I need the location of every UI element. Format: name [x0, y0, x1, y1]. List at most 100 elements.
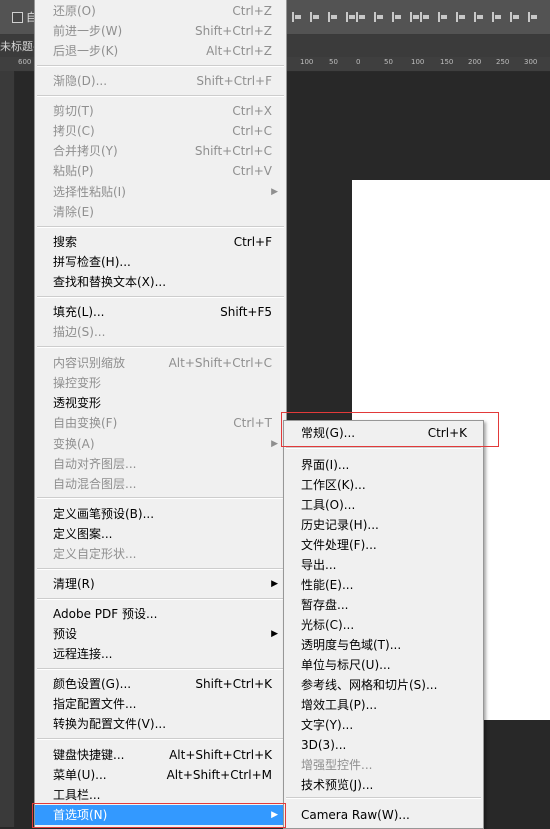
preferences-item-label: 界面(I)...: [301, 458, 350, 472]
edit-menu-item-28[interactable]: 远程连接...: [35, 644, 286, 664]
align-left-icon[interactable]: [290, 11, 302, 23]
edit-menu-item-6[interactable]: 合并拷贝(Y) Shift+Ctrl+C: [35, 141, 286, 161]
align-right-icon[interactable]: [326, 11, 338, 23]
preferences-item-11[interactable]: 单位与标尺(U)...: [284, 655, 483, 675]
edit-menu-item-30[interactable]: 指定配置文件...: [35, 694, 286, 714]
preferences-item-15[interactable]: 3D(3)...: [284, 735, 483, 755]
edit-menu-item-13[interactable]: 填充(L)... Shift+F5: [35, 302, 286, 322]
preferences-item-label: 文件处理(F)...: [301, 538, 377, 552]
distribute-hcenter-icon[interactable]: [436, 11, 448, 23]
edit-menu-item-label: 预设: [53, 627, 78, 641]
preferences-item-5[interactable]: 文件处理(F)...: [284, 535, 483, 555]
preferences-item-18[interactable]: Camera Raw(W)...: [284, 805, 483, 825]
edit-menu-item-label: 定义画笔预设(B)...: [53, 507, 155, 521]
edit-menu-item-shortcut: Ctrl+T: [233, 416, 272, 430]
preferences-item-1[interactable]: 界面(I)...: [284, 455, 483, 475]
edit-menu-item-14[interactable]: 描边(S)...: [35, 322, 286, 342]
preferences-item-2[interactable]: 工作区(K)...: [284, 475, 483, 495]
edit-menu-item-15[interactable]: 内容识别缩放 Alt+Shift+Ctrl+C: [35, 353, 286, 373]
preferences-item-8[interactable]: 暂存盘...: [284, 595, 483, 615]
preferences-item-4[interactable]: 历史记录(H)...: [284, 515, 483, 535]
edit-menu-item-7[interactable]: 粘贴(P) Ctrl+V: [35, 161, 286, 181]
preferences-item-17[interactable]: 技术预览(J)...: [284, 775, 483, 795]
edit-menu-item-label: 工具栏...: [53, 788, 101, 802]
edit-menu-item-29[interactable]: 颜色设置(G)... Shift+Ctrl+K: [35, 674, 286, 694]
edit-menu-item-17[interactable]: 透视变形: [35, 393, 286, 413]
preferences-item-label: 暂存盘...: [301, 598, 349, 612]
distribute-left-icon[interactable]: [418, 11, 430, 23]
preferences-item-14[interactable]: 文字(Y)...: [284, 715, 483, 735]
edit-menu-item-label: 内容识别缩放: [53, 356, 126, 370]
align-hcenter-icon[interactable]: [308, 11, 320, 23]
edit-menu-item-0[interactable]: 还原(O) Ctrl+Z: [35, 1, 286, 21]
edit-menu-item-27[interactable]: 预设 ▶: [35, 624, 286, 644]
edit-menu-item-16[interactable]: 操控变形: [35, 373, 286, 393]
preferences-item-label: 导出...: [301, 558, 337, 572]
preferences-item-13[interactable]: 增效工具(P)...: [284, 695, 483, 715]
preferences-item-label: 工作区(K)...: [301, 478, 366, 492]
preferences-item-label: 历史记录(H)...: [301, 518, 379, 532]
edit-menu-item-26[interactable]: Adobe PDF 预设...: [35, 604, 286, 624]
edit-menu-item-label: 粘贴(P): [53, 164, 94, 178]
edit-menu-item-2[interactable]: 后退一步(K) Alt+Ctrl+Z: [35, 41, 286, 61]
edit-menu-item-label: 变换(A): [53, 437, 95, 451]
edit-menu-item-11[interactable]: 拼写检查(H)...: [35, 252, 286, 272]
edit-menu-item-label: 颜色设置(G)...: [53, 677, 132, 691]
preferences-item-3[interactable]: 工具(O)...: [284, 495, 483, 515]
edit-menu-item-22[interactable]: 定义画笔预设(B)...: [35, 504, 286, 524]
edit-menu-item-label: 拷贝(C): [53, 124, 95, 138]
distribute-top-icon[interactable]: [354, 11, 366, 23]
edit-menu-item-9[interactable]: 清除(E): [35, 202, 286, 222]
edit-menu-item-label: 合并拷贝(Y): [53, 144, 118, 158]
edit-menu-item-8[interactable]: 选择性粘贴(I) ▶: [35, 182, 286, 202]
edit-menu-item-20[interactable]: 自动对齐图层...: [35, 454, 286, 474]
edit-menu-item-label: 自动混合图层...: [53, 477, 137, 491]
edit-menu-item-label: 键盘快捷键...: [53, 748, 125, 762]
edit-menu-item-12[interactable]: 查找和替换文本(X)...: [35, 272, 286, 292]
ruler-number: 50: [384, 58, 393, 66]
preferences-item-12[interactable]: 参考线、网格和切片(S)...: [284, 675, 483, 695]
align-distribute-icons: [290, 11, 538, 25]
distribute-right-icon[interactable]: [454, 11, 466, 23]
edit-menu-item-label: 自由变换(F): [53, 416, 118, 430]
edit-menu-item-shortcut: Ctrl+C: [232, 124, 272, 138]
3d-mode-icon[interactable]: [490, 11, 502, 23]
preferences-submenu: 常规(G)... Ctrl+K 界面(I)... 工作区(K)... 工具(O)... 历…: [283, 420, 484, 829]
edit-menu-item-25[interactable]: 清理(R) ▶: [35, 574, 286, 594]
edit-menu-item-1[interactable]: 前进一步(W) Shift+Ctrl+Z: [35, 21, 286, 41]
distribute-vcenter-icon[interactable]: [372, 11, 384, 23]
edit-menu-item-label: 前进一步(W): [53, 24, 123, 38]
edit-menu-item-33[interactable]: 菜单(U)... Alt+Shift+Ctrl+M: [35, 765, 286, 785]
preferences-item-6[interactable]: 导出...: [284, 555, 483, 575]
distribute-bottom-icon[interactable]: [390, 11, 402, 23]
edit-menu-item-3[interactable]: 渐隐(D)... Shift+Ctrl+F: [35, 71, 286, 91]
edit-menu-item-5[interactable]: 拷贝(C) Ctrl+C: [35, 121, 286, 141]
edit-menu-item-10[interactable]: 搜索 Ctrl+F: [35, 232, 286, 252]
edit-menu-item-shortcut: Shift+Ctrl+K: [195, 677, 272, 691]
preferences-item-10[interactable]: 透明度与色域(T)...: [284, 635, 483, 655]
edit-menu-item-18[interactable]: 自由变换(F) Ctrl+T: [35, 413, 286, 433]
menu-separator: [37, 668, 284, 670]
edit-menu-item-34[interactable]: 工具栏...: [35, 785, 286, 805]
preferences-item-label: 技术预览(J)...: [301, 778, 374, 792]
edit-menu-item-21[interactable]: 自动混合图层...: [35, 474, 286, 494]
edit-menu-item-31[interactable]: 转换为配置文件(V)...: [35, 714, 286, 734]
edit-menu-item-23[interactable]: 定义图案...: [35, 524, 286, 544]
edit-menu-item-4[interactable]: 剪切(T) Ctrl+X: [35, 101, 286, 121]
edit-menu-item-label: 转换为配置文件(V)...: [53, 717, 167, 731]
edit-menu-item-32[interactable]: 键盘快捷键... Alt+Shift+Ctrl+K: [35, 745, 286, 765]
auto-select-checkbox[interactable]: [12, 12, 23, 23]
menu-separator: [37, 568, 284, 570]
auto-align-icon[interactable]: [472, 11, 484, 23]
edit-menu-item-label: 还原(O): [53, 4, 96, 18]
preferences-item-7[interactable]: 性能(E)...: [284, 575, 483, 595]
menu-separator: [286, 447, 481, 449]
edit-menu-item-19[interactable]: 变换(A) ▶: [35, 434, 286, 454]
edit-menu-item-24[interactable]: 定义自定形状...: [35, 544, 286, 564]
preferences-item-label: 光标(C)...: [301, 618, 355, 632]
preferences-item-16[interactable]: 增强型控件...: [284, 755, 483, 775]
3d-pan-icon[interactable]: [526, 11, 538, 23]
preferences-item-9[interactable]: 光标(C)...: [284, 615, 483, 635]
edit-menu-item-label: 远程连接...: [53, 647, 113, 661]
3d-rotate-icon[interactable]: [508, 11, 520, 23]
